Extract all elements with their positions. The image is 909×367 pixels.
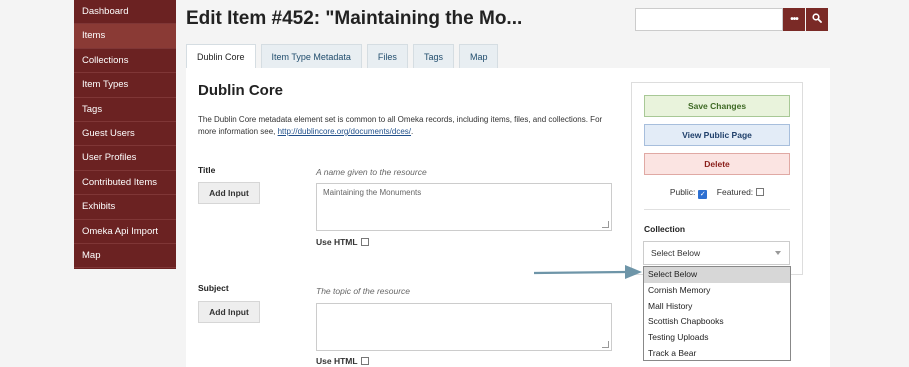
advanced-search-button[interactable]: ••• <box>783 8 805 31</box>
collection-option[interactable]: Cornish Memory <box>644 283 790 299</box>
title-use-html-label: Use HTML <box>316 237 358 247</box>
sidebar-item-guest-users[interactable]: Guest Users <box>74 122 176 147</box>
sidebar-item-items[interactable]: Items <box>74 24 176 49</box>
sidebar-item-map[interactable]: Map <box>74 244 176 269</box>
featured-checkbox[interactable] <box>756 188 765 196</box>
public-checkbox[interactable]: ✓ <box>698 190 708 199</box>
title-use-html: Use HTML <box>316 237 369 247</box>
collection-option[interactable]: Mall History <box>644 299 790 315</box>
tab-item-type-metadata[interactable]: Item Type Metadata <box>260 44 362 69</box>
sidebar-item-contributed-items[interactable]: Contributed Items <box>74 171 176 196</box>
title-field-help: A name given to the resource <box>316 167 427 177</box>
resize-grip-icon[interactable] <box>602 341 609 348</box>
subject-textarea[interactable] <box>316 303 612 351</box>
collection-select[interactable]: Select Below <box>643 241 790 265</box>
admin-sidebar: Dashboard Items Collections Item Types T… <box>74 0 176 269</box>
search-input[interactable] <box>635 8 783 31</box>
divider <box>644 209 790 210</box>
tab-tags[interactable]: Tags <box>412 44 454 69</box>
subject-use-html: Use HTML <box>316 356 369 366</box>
collection-option[interactable]: Track a Bear <box>644 346 790 362</box>
subject-add-input-button[interactable]: Add Input <box>198 301 260 323</box>
visibility-options: Public: ✓ Featured: <box>632 187 802 199</box>
sidebar-item-dashboard[interactable]: Dashboard <box>74 0 176 25</box>
tab-map[interactable]: Map <box>458 44 499 69</box>
page-title: Edit Item #452: "Maintaining the Mo... <box>186 8 523 29</box>
save-changes-button[interactable]: Save Changes <box>644 95 790 117</box>
resize-grip-icon[interactable] <box>602 221 609 228</box>
title-textarea-value: Maintaining the Monuments <box>323 188 422 197</box>
annotation-arrow-icon <box>533 265 642 279</box>
title-field-label: Title <box>198 165 216 175</box>
dces-link[interactable]: http://dublincore.org/documents/dces/ <box>278 127 411 136</box>
sidebar-item-exhibits[interactable]: Exhibits <box>74 195 176 220</box>
search-icon <box>812 13 822 23</box>
title-add-input-button[interactable]: Add Input <box>198 182 260 204</box>
collection-dropdown-list: Select Below Cornish Memory Mall History… <box>643 266 791 361</box>
subject-field-help: The topic of the resource <box>316 286 411 296</box>
public-label: Public: <box>669 187 696 197</box>
sidebar-item-item-types[interactable]: Item Types <box>74 73 176 98</box>
description-end: . <box>411 127 414 136</box>
sidebar-item-tags[interactable]: Tags <box>74 98 176 122</box>
subject-field-label: Subject <box>198 283 229 293</box>
view-public-page-button[interactable]: View Public Page <box>644 124 790 146</box>
subject-use-html-label: Use HTML <box>316 356 358 366</box>
collection-option[interactable]: Scottish Chapbooks <box>644 314 790 330</box>
subject-use-html-checkbox[interactable] <box>360 357 369 365</box>
collection-option[interactable]: Select Below <box>644 267 790 283</box>
sidebar-item-collections[interactable]: Collections <box>74 49 176 74</box>
metadata-tabs: Dublin Core Item Type Metadata Files Tag… <box>186 44 503 69</box>
section-title: Dublin Core <box>198 82 283 99</box>
collection-select-value: Select Below <box>651 248 701 258</box>
collection-label: Collection <box>644 224 686 234</box>
title-textarea[interactable]: Maintaining the Monuments <box>316 183 612 231</box>
tab-files[interactable]: Files <box>366 44 408 69</box>
search-button[interactable] <box>806 8 828 31</box>
title-use-html-checkbox[interactable] <box>360 238 369 246</box>
section-description: The Dublin Core metadata element set is … <box>198 114 618 138</box>
tab-dublin-core[interactable]: Dublin Core <box>186 44 256 69</box>
collection-option[interactable]: Testing Uploads <box>644 330 790 346</box>
sidebar-item-omeka-api-import[interactable]: Omeka Api Import <box>74 220 176 244</box>
delete-button[interactable]: Delete <box>644 153 790 175</box>
sidebar-item-user-profiles[interactable]: User Profiles <box>74 146 176 171</box>
featured-label: Featured: <box>716 187 754 197</box>
chevron-down-icon <box>775 251 781 255</box>
